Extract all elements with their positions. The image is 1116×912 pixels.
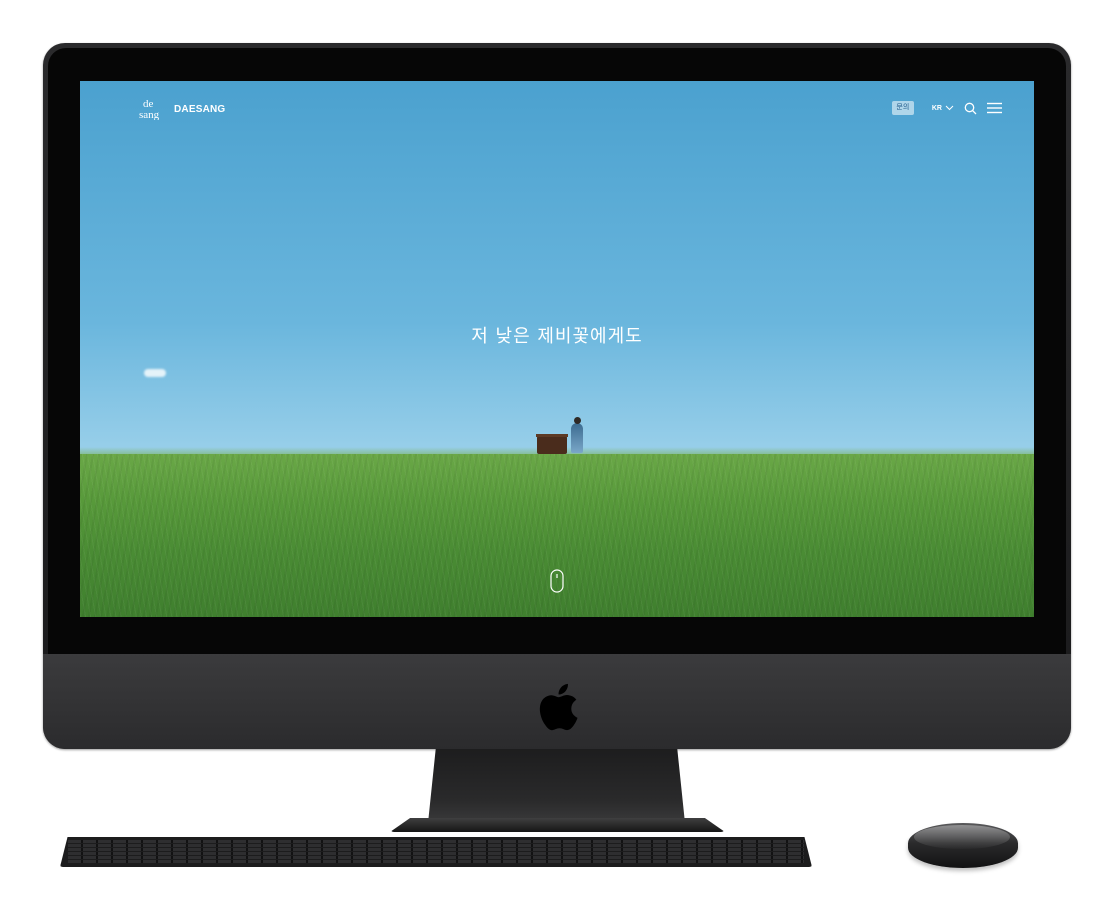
logo-text: DAESANG xyxy=(174,103,226,115)
piano-lid xyxy=(536,434,568,437)
svg-text:sang: sang xyxy=(139,109,160,120)
keyboard xyxy=(60,837,812,867)
imac-chin xyxy=(43,654,1071,749)
mouse-scroll-icon[interactable] xyxy=(550,569,564,593)
piano xyxy=(536,434,568,454)
apple-logo-icon xyxy=(539,683,578,731)
language-label: KR xyxy=(931,104,942,112)
imac-stand xyxy=(428,749,685,823)
cloud xyxy=(144,369,166,377)
chevron-down-icon xyxy=(945,105,954,111)
inquiry-button[interactable]: 문의 xyxy=(891,101,914,115)
daesang-logo-mark-icon: de sang xyxy=(139,98,160,120)
pianist-head xyxy=(574,417,581,424)
search-icon[interactable] xyxy=(964,102,977,115)
pianist xyxy=(571,417,583,453)
hero-title: 저 낮은 제비꽃에게도 xyxy=(471,326,643,347)
site-header: de sang DAESANG 문의 KR xyxy=(80,81,1034,141)
imac-stand-foot xyxy=(390,818,725,832)
header-actions: 문의 KR xyxy=(891,101,1002,115)
hamburger-menu-icon[interactable] xyxy=(987,102,1002,114)
keyboard-keys xyxy=(68,840,804,864)
website-screen: de sang DAESANG 문의 KR 저 낮은 제비꽃에게도 xyxy=(80,81,1034,617)
mouse-surface xyxy=(914,825,1010,849)
language-selector[interactable]: KR xyxy=(932,105,954,112)
daesang-logo[interactable]: de sang DAESANG xyxy=(139,98,225,120)
magic-mouse xyxy=(908,823,1018,868)
